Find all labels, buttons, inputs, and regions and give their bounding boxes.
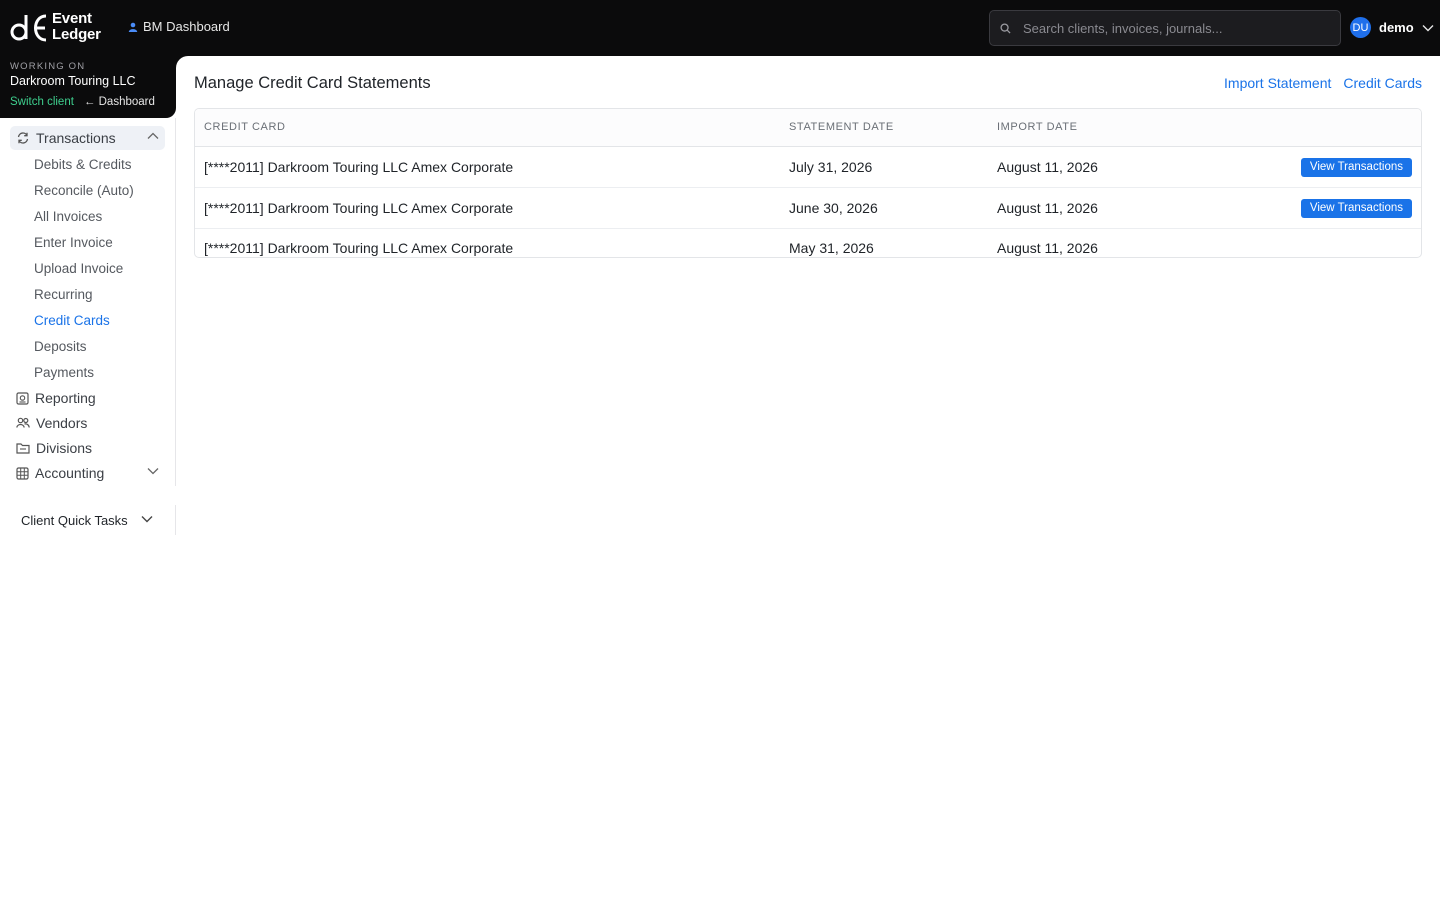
- page-actions: Import Statement Credit Cards: [1224, 75, 1422, 91]
- view-transactions-button[interactable]: View Transactions: [1300, 158, 1412, 177]
- table-row: [****2011] Darkroom Touring LLC Amex Cor…: [195, 147, 1421, 188]
- chevron-down-icon: [1422, 24, 1434, 31]
- sidebar-group-transactions[interactable]: Transactions: [10, 126, 165, 150]
- username: demo: [1379, 20, 1414, 35]
- bm-dashboard-link[interactable]: BM Dashboard: [128, 19, 230, 34]
- sidebar-item-deposits[interactable]: Deposits: [34, 339, 87, 354]
- global-search[interactable]: [989, 10, 1341, 46]
- switch-client-link[interactable]: Switch client: [10, 96, 74, 108]
- import-date-cell: August 11, 2026: [997, 200, 1098, 216]
- sidebar-item-enter-invoice[interactable]: Enter Invoice: [34, 235, 113, 250]
- import-date-cell: August 11, 2026: [997, 240, 1098, 256]
- sidebar-item-debits-credits[interactable]: Debits & Credits: [34, 157, 132, 172]
- sidebar-item-credit-cards[interactable]: Credit Cards: [34, 313, 110, 328]
- working-on-panel: WORKING ON Darkroom Touring LLC Switch c…: [0, 56, 176, 118]
- logo-mark-icon: [10, 14, 47, 42]
- client-quick-tasks-label: Client Quick Tasks: [21, 512, 128, 528]
- back-to-dashboard-link[interactable]: ← Dashboard: [84, 96, 155, 108]
- chevron-up-icon[interactable]: [147, 132, 159, 140]
- chevron-down-icon[interactable]: [147, 467, 159, 475]
- sidebar-item-recurring[interactable]: Recurring: [34, 287, 93, 302]
- users-icon: [16, 417, 30, 428]
- user-menu[interactable]: DU demo: [1350, 17, 1434, 38]
- avatar: DU: [1350, 17, 1371, 38]
- sidebar-group-divisions[interactable]: Divisions: [10, 436, 165, 460]
- sidebar-group-transactions-label: Transactions: [36, 130, 116, 146]
- statements-table: CREDIT CARD STATEMENT DATE IMPORT DATE […: [194, 108, 1422, 258]
- view-transactions-button[interactable]: View Transactions: [1300, 199, 1412, 218]
- sidebar-group-divisions-label: Divisions: [36, 440, 93, 456]
- top-bar: Event Ledger BM Dashboard DU demo: [0, 0, 1440, 56]
- working-on-kicker: WORKING ON: [10, 61, 86, 72]
- sidebar-group-reporting-label: Reporting: [35, 390, 96, 406]
- column-header-import-date: IMPORT DATE: [997, 121, 1078, 133]
- credit-card-cell: [****2011] Darkroom Touring LLC Amex Cor…: [204, 240, 514, 256]
- sidebar-item-reconcile-auto[interactable]: Reconcile (Auto): [34, 183, 134, 198]
- report-icon: [16, 391, 29, 405]
- column-header-credit-card: CREDIT CARD: [204, 121, 286, 133]
- transactions-icon: [17, 132, 29, 144]
- sidebar-item-payments[interactable]: Payments: [34, 365, 94, 380]
- logo-wordmark: Event Ledger: [52, 11, 101, 43]
- sidebar-group-reporting[interactable]: Reporting: [10, 386, 165, 410]
- dashboard-link-label: Dashboard: [98, 96, 155, 108]
- event-ledger-logo[interactable]: Event Ledger: [10, 10, 110, 46]
- statement-date-cell: May 31, 2026: [789, 240, 874, 256]
- statement-date-cell: June 30, 2026: [789, 200, 878, 216]
- chevron-down-icon: [141, 516, 153, 523]
- import-date-cell: August 11, 2026: [997, 159, 1098, 175]
- sidebar-group-accounting[interactable]: Accounting: [10, 461, 165, 485]
- search-icon: [1000, 22, 1011, 34]
- current-client-name: Darkroom Touring LLC: [10, 74, 136, 88]
- table-row: [****2011] Darkroom Touring LLC Amex Cor…: [195, 188, 1421, 229]
- arrow-left-icon: ←: [83, 96, 99, 108]
- sidebar-group-accounting-label: Accounting: [35, 465, 105, 481]
- content-corner: [176, 56, 188, 68]
- sidebar-item-all-invoices[interactable]: All Invoices: [34, 209, 102, 224]
- person-icon: [128, 22, 138, 32]
- grid-icon: [16, 466, 29, 480]
- folder-icon: [16, 443, 30, 454]
- credit-card-cell: [****2011] Darkroom Touring LLC Amex Cor…: [204, 200, 514, 216]
- client-quick-tasks-toggle[interactable]: Client Quick Tasks: [0, 505, 176, 535]
- bm-dashboard-label: BM Dashboard: [143, 19, 230, 34]
- search-input[interactable]: [1023, 20, 1340, 36]
- logo-line-1: Event: [52, 10, 92, 27]
- table-header: CREDIT CARD STATEMENT DATE IMPORT DATE: [195, 109, 1421, 147]
- credit-card-cell: [****2011] Darkroom Touring LLC Amex Cor…: [204, 159, 514, 175]
- statement-date-cell: July 31, 2026: [789, 159, 873, 175]
- sidebar: Transactions Debits & Credits Reconcile …: [0, 118, 176, 486]
- credit-cards-link[interactable]: Credit Cards: [1343, 75, 1422, 91]
- table-row: [****2011] Darkroom Touring LLC Amex Cor…: [195, 228, 1421, 257]
- column-header-statement-date: STATEMENT DATE: [789, 121, 894, 133]
- sidebar-group-vendors[interactable]: Vendors: [10, 411, 165, 435]
- page-title: Manage Credit Card Statements: [194, 74, 431, 92]
- sidebar-group-vendors-label: Vendors: [36, 415, 88, 431]
- import-statement-link[interactable]: Import Statement: [1224, 75, 1331, 91]
- logo-line-2: Ledger: [52, 26, 101, 43]
- sidebar-item-upload-invoice[interactable]: Upload Invoice: [34, 261, 123, 276]
